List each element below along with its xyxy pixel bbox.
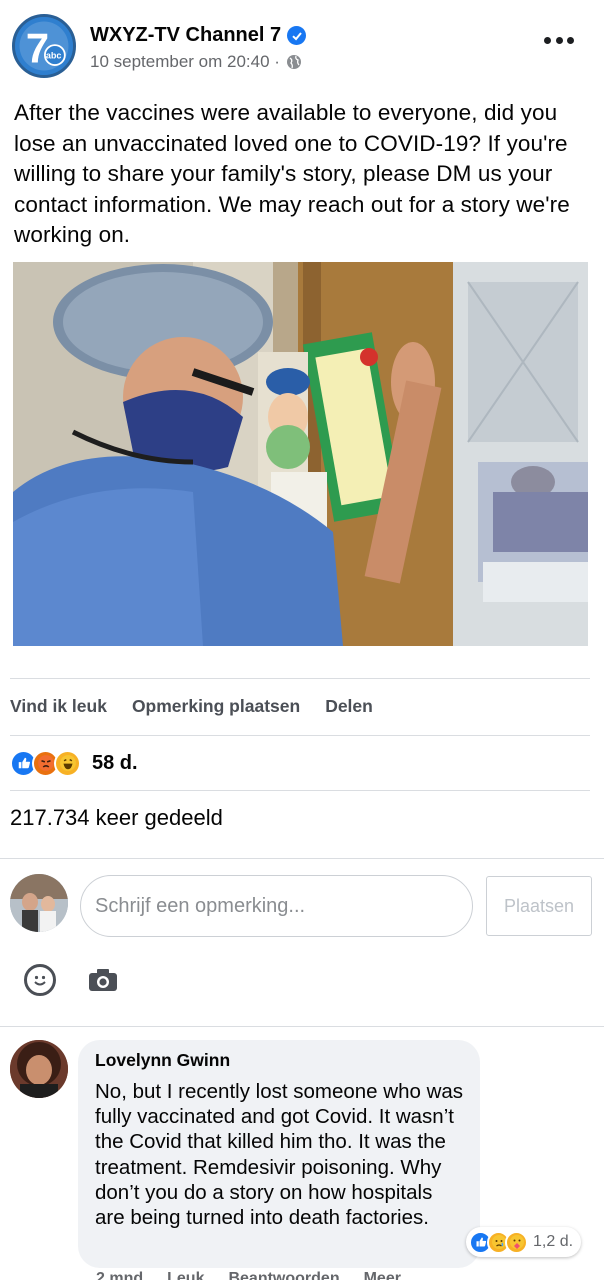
camera-icon[interactable] xyxy=(88,968,118,992)
abc7-logo: 7 abc xyxy=(15,17,73,75)
page-name-label[interactable]: WXYZ-TV Channel 7 xyxy=(90,24,281,47)
avatar-abc-text: abc xyxy=(46,51,62,61)
comment-reply-button[interactable]: Beantwoorden xyxy=(228,1270,339,1280)
reactions-summary[interactable]: 58 d. xyxy=(10,745,138,781)
commenter-avatar[interactable] xyxy=(10,1040,68,1098)
post-photo[interactable] xyxy=(13,262,588,646)
divider xyxy=(10,790,590,791)
dot-icon xyxy=(567,36,574,44)
haha-reaction-icon xyxy=(54,749,81,777)
care-reaction-icon xyxy=(505,1230,528,1254)
post-action-bar: Vind ik leuk Opmerking plaatsen Delen xyxy=(10,688,373,724)
post-text: After the vaccines were available to eve… xyxy=(14,100,570,247)
comment-text: No, but I recently lost someone who was … xyxy=(95,1080,464,1230)
comment-button[interactable]: Opmerking plaatsen xyxy=(132,696,300,717)
post-timestamp[interactable]: 10 september om 20:40 · xyxy=(90,52,280,72)
post-header: 7 abc WXYZ-TV Channel 7 10 september om … xyxy=(0,0,604,90)
page-avatar[interactable]: 7 abc xyxy=(12,14,76,78)
emoji-icon[interactable] xyxy=(24,964,56,996)
divider xyxy=(10,735,590,736)
comment-reactions[interactable]: 1,2 d. xyxy=(466,1227,582,1257)
comment-reaction-count: 1,2 d. xyxy=(533,1233,574,1250)
comment-input-placeholder: Schrijf een opmerking... xyxy=(95,894,306,917)
comment-more-button[interactable]: Meer xyxy=(364,1270,401,1280)
comment-input[interactable]: Schrijf een opmerking... xyxy=(80,875,473,937)
reaction-count[interactable]: 58 d. xyxy=(92,752,138,775)
comment-author[interactable]: Lovelynn Gwinn xyxy=(95,1050,464,1071)
dot-icon xyxy=(555,36,563,44)
comment-time[interactable]: 2 mnd xyxy=(96,1270,143,1280)
page-name[interactable]: WXYZ-TV Channel 7 xyxy=(90,24,307,47)
divider xyxy=(0,858,604,859)
share-button[interactable]: Delen xyxy=(325,696,373,717)
comment-like-button[interactable]: Leuk xyxy=(167,1270,204,1280)
divider xyxy=(0,1026,604,1027)
current-user-avatar[interactable] xyxy=(10,874,68,932)
share-count[interactable]: 217.734 keer gedeeld xyxy=(10,805,223,831)
comment-bubble: Lovelynn Gwinn No, but I recently lost s… xyxy=(78,1040,480,1268)
comment-actions: 2 mnd Leuk Beantwoorden Meer xyxy=(96,1270,401,1280)
reaction-icons xyxy=(10,749,81,777)
like-button[interactable]: Vind ik leuk xyxy=(10,696,107,717)
avatar-number: 7 xyxy=(26,24,49,71)
post-comment-button[interactable]: Plaatsen xyxy=(486,876,592,936)
hospital-scene-illustration xyxy=(13,262,588,646)
more-options-button[interactable] xyxy=(544,28,574,52)
dot-icon xyxy=(544,36,551,44)
globe-icon xyxy=(286,55,301,69)
divider xyxy=(10,678,590,679)
facebook-post-page: 7 abc WXYZ-TV Channel 7 10 september om … xyxy=(0,0,604,1280)
post-meta: 10 september om 20:40 · xyxy=(90,52,302,72)
verified-badge-icon xyxy=(287,26,307,45)
